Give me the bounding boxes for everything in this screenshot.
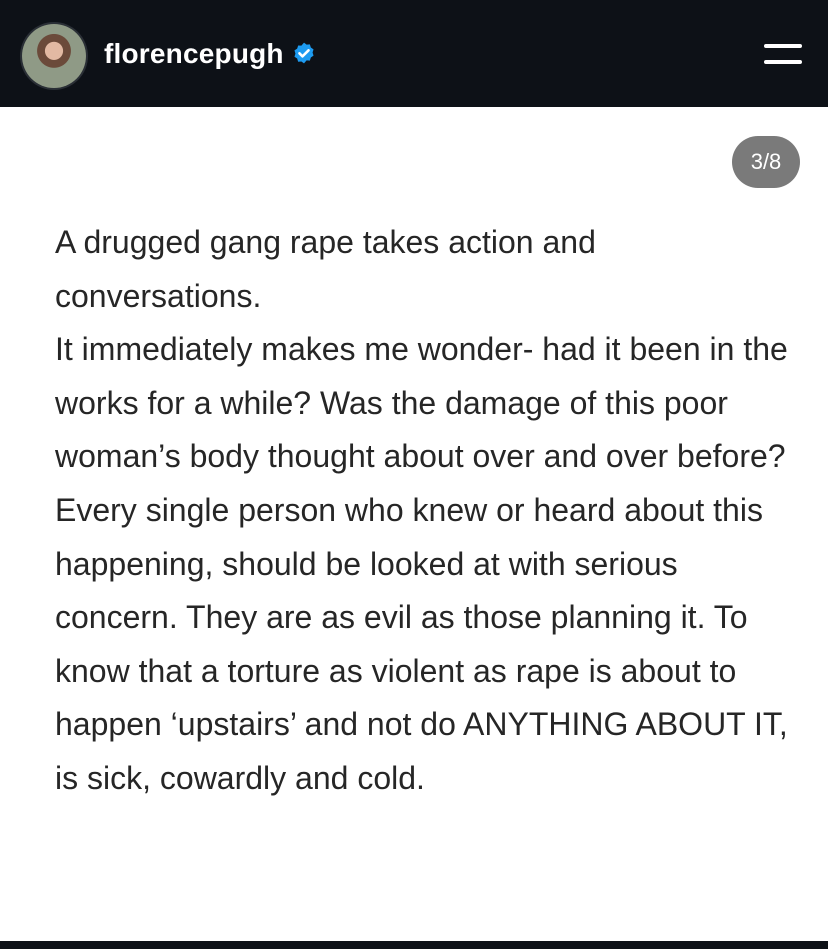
menu-bar-top (764, 44, 802, 48)
menu-bar-bottom (764, 60, 802, 64)
hamburger-menu-icon[interactable] (760, 40, 806, 68)
post-text: A drugged gang rape takes action and con… (55, 216, 795, 806)
verified-badge-icon (294, 42, 314, 64)
profile-header: florencepugh (0, 0, 828, 107)
post-paragraph: It immediately makes me wonder- had it b… (55, 331, 788, 475)
post-paragraph: Every single person who knew or heard ab… (55, 491, 788, 796)
profile-username[interactable]: florencepugh (104, 36, 284, 72)
profile-avatar[interactable] (22, 24, 86, 88)
post-paragraph: A drugged gang rape takes action and con… (55, 224, 596, 314)
slide-counter-badge: 3/8 (732, 136, 800, 188)
bottom-edge-bar (0, 941, 828, 949)
